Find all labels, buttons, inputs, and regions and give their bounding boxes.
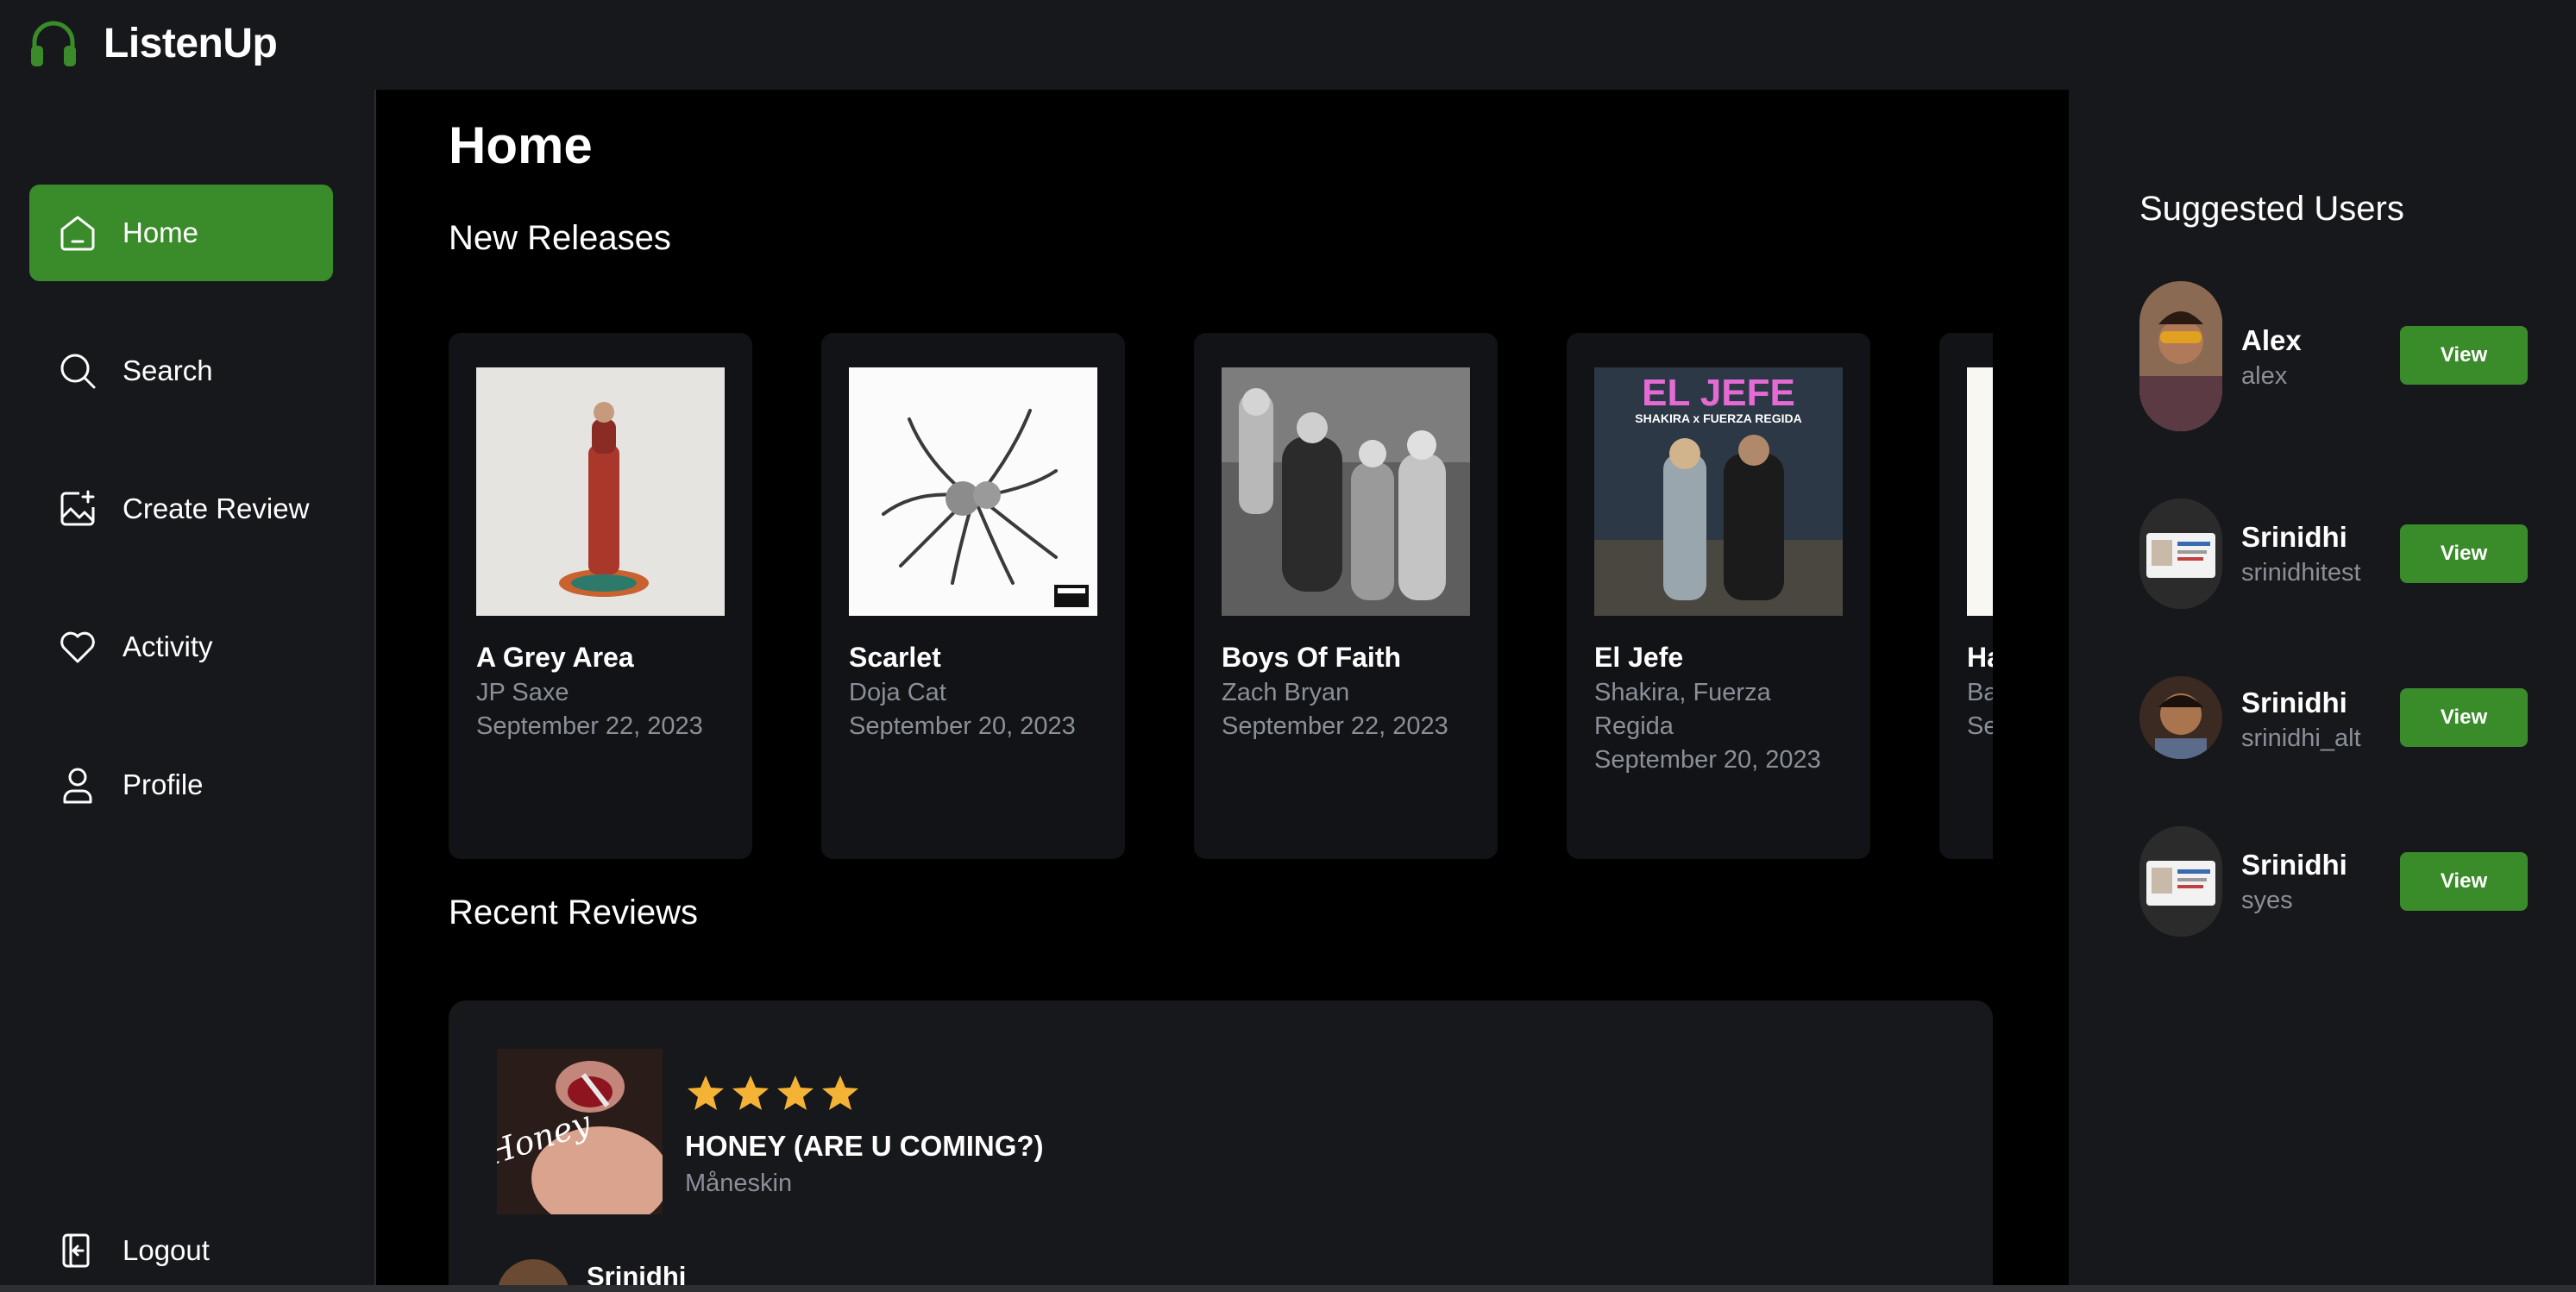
image-add-icon	[60, 490, 95, 526]
star-icon	[732, 1076, 769, 1110]
sidebar-item-label: Profile	[123, 768, 204, 800]
release-meta: Shakira, Fuerza Regida September 20, 202…	[1594, 676, 1853, 777]
release-artist: Shakira, Fuerza Regida	[1594, 679, 1771, 740]
release-card[interactable]: EL JEFE SHAKIRA x FUERZA REGIDA El Jefe …	[1567, 333, 1870, 859]
album-cover	[849, 367, 1097, 616]
sidebar-item-label: Home	[123, 216, 199, 248]
album-cover	[476, 367, 725, 616]
suggested-user-name: Srinidhi	[2241, 687, 2347, 718]
suggested-user-handle: srinidhi_alt	[2241, 724, 2361, 752]
app-logo[interactable]: ListenUp	[28, 16, 278, 71]
sidebar-item-home[interactable]: Home	[29, 185, 333, 281]
release-meta: Doja Cat September 20, 2023	[849, 676, 1108, 743]
release-title: El Jefe	[1594, 642, 1684, 673]
suggested-user-handle: syes	[2241, 887, 2293, 914]
release-date: Se	[1967, 712, 1993, 740]
horizontal-scrollbar[interactable]	[0, 1285, 2576, 1292]
release-title: A Grey Area	[476, 642, 634, 673]
release-card[interactable]: Ha Ba Se	[1939, 333, 1993, 859]
review-song-title: HONEY (ARE U COMING?)	[685, 1130, 1044, 1162]
suggested-user-row: Srinidhi syes View	[2139, 826, 2536, 964]
search-icon	[60, 354, 96, 389]
album-cover	[1222, 367, 1470, 616]
release-card[interactable]: A Grey Area JP Saxe September 22, 2023	[449, 333, 752, 859]
suggested-user-row: Srinidhi srinidhitest View	[2139, 499, 2536, 637]
release-title: Boys Of Faith	[1222, 642, 1402, 673]
release-card[interactable]: Scarlet Doja Cat September 20, 2023	[821, 333, 1125, 859]
suggested-user-name: Alex	[2241, 324, 2302, 356]
sidebar-item-label: Create Review	[123, 492, 310, 524]
view-user-button[interactable]: View	[2400, 326, 2528, 385]
release-artist: Zach Bryan	[1222, 679, 1350, 706]
view-user-button[interactable]: View	[2400, 852, 2528, 911]
logout-label: Logout	[123, 1234, 210, 1266]
release-date: September 20, 2023	[849, 712, 1076, 740]
new-releases-heading: New Releases	[449, 219, 671, 257]
suggested-user-name: Srinidhi	[2241, 521, 2347, 553]
album-cover: Honey	[497, 1049, 663, 1214]
suggested-user-handle: srinidhitest	[2241, 559, 2361, 586]
headphones-icon	[31, 21, 76, 66]
heart-icon	[60, 631, 95, 663]
release-artist: Ba	[1967, 679, 1993, 706]
star-icon	[822, 1076, 858, 1110]
sidebar-item-activity[interactable]: Activity	[29, 599, 333, 695]
release-title: Ha	[1967, 642, 1993, 673]
star-rating	[685, 1073, 861, 1114]
review-artist: Måneskin	[685, 1170, 793, 1197]
suggested-user-row: Srinidhi srinidhi_alt View	[2139, 676, 2536, 814]
sidebar-item-label: Activity	[123, 630, 213, 662]
avatar[interactable]	[2139, 676, 2222, 759]
main-content: Home New Releases A Grey Area JP Saxe Se…	[376, 90, 2069, 1292]
sidebar-item-label: Search	[123, 354, 213, 386]
page-title: Home	[449, 116, 593, 174]
star-icon	[688, 1076, 724, 1110]
home-icon	[60, 216, 95, 251]
recent-reviews-heading: Recent Reviews	[449, 894, 699, 931]
sidebar-item-search[interactable]: Search	[29, 323, 333, 419]
release-artist: Doja Cat	[849, 679, 946, 706]
avatar[interactable]	[2139, 499, 2222, 609]
release-date: September 20, 2023	[1594, 746, 1821, 774]
release-card[interactable]: Boys Of Faith Zach Bryan September 22, 2…	[1194, 333, 1498, 859]
new-releases-carousel[interactable]: A Grey Area JP Saxe September 22, 2023 S…	[449, 333, 1993, 859]
view-user-button[interactable]: View	[2400, 524, 2528, 583]
user-icon	[63, 768, 92, 804]
review-card[interactable]: Honey HONEY (ARE U COMING?) Måneskin Sri…	[449, 1000, 1993, 1292]
suggested-user-handle: alex	[2241, 362, 2288, 390]
album-cover: EL JEFE SHAKIRA x FUERZA REGIDA	[1594, 367, 1843, 616]
release-meta: Ba Se	[1967, 676, 1993, 743]
release-meta: Zach Bryan September 22, 2023	[1222, 676, 1480, 743]
view-user-button[interactable]: View	[2400, 688, 2528, 747]
release-date: September 22, 2023	[476, 712, 703, 740]
cover-subtitle-text: SHAKIRA x FUERZA REGIDA	[1635, 411, 1801, 425]
release-title: Scarlet	[849, 642, 941, 673]
app-name: ListenUp	[104, 20, 278, 66]
release-artist: JP Saxe	[476, 679, 569, 706]
sidebar-nav: Home Search Create Review Activity Profi…	[0, 90, 374, 1292]
avatar[interactable]	[2139, 826, 2222, 937]
logout-button[interactable]: Logout	[29, 1216, 333, 1285]
cover-title-text: EL JEFE	[1642, 372, 1795, 414]
album-cover	[1967, 367, 1993, 616]
star-icon	[777, 1076, 814, 1110]
release-meta: JP Saxe September 22, 2023	[476, 676, 735, 743]
suggested-users-heading: Suggested Users	[2139, 190, 2404, 228]
suggested-users-panel: Suggested Users Alex alex View Srinidhi …	[2069, 90, 2576, 1292]
logout-icon	[62, 1233, 90, 1268]
avatar[interactable]	[2139, 281, 2222, 431]
sidebar-item-create-review[interactable]: Create Review	[29, 461, 333, 557]
suggested-user-row: Alex alex View	[2139, 281, 2536, 431]
release-date: September 22, 2023	[1222, 712, 1448, 740]
suggested-user-name: Srinidhi	[2241, 849, 2347, 881]
sidebar-item-profile[interactable]: Profile	[29, 737, 333, 833]
